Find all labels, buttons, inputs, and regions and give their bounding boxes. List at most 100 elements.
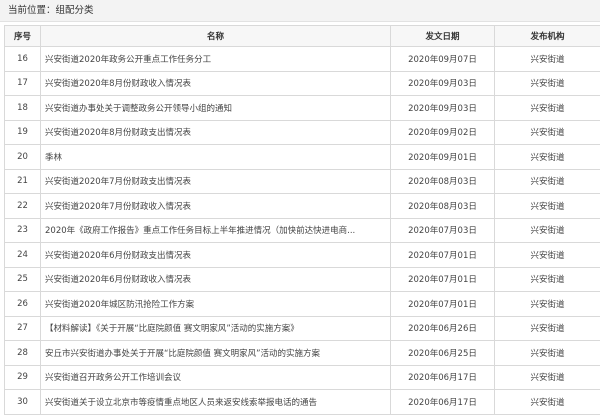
document-table: 序号 名称 发文日期 发布机构 16兴安街道2020年政务公开重点工作任务分工2…	[4, 25, 600, 415]
row-date-cell: 2020年06月25日	[391, 341, 495, 366]
row-title-link[interactable]: 兴安街道召开政务公开工作培训会议	[45, 373, 181, 383]
row-title-link-cell: 兴安街道2020年8月份财政收入情况表	[41, 71, 391, 96]
row-title-link[interactable]: 兴安街道办事处关于调整政务公开领导小组的通知	[45, 104, 232, 114]
row-date-cell: 2020年07月01日	[391, 292, 495, 317]
table-row: 30兴安街道关于设立北京市等疫情重点地区人员来返安线索举报电话的通告2020年0…	[5, 390, 600, 415]
row-date-cell: 2020年07月01日	[391, 267, 495, 292]
row-title-link-cell: 季林	[41, 145, 391, 170]
row-number-cell: 28	[5, 341, 41, 366]
table-row: 28 安丘市兴安街道办事处关于开展“比庭院颜值 赛文明家风”活动的实施方案 2020…	[5, 341, 600, 366]
row-date: 2020年08月03日	[408, 177, 477, 187]
table-row: 22 兴安街道2020年7月份财政收入情况表 2020年08月03日 兴安街道	[5, 194, 600, 219]
row-number-cell: 26	[5, 292, 41, 317]
row-title-link[interactable]: 兴安街道2020年城区防汛抢险工作方案	[45, 300, 194, 310]
row-date: 2020年06月17日	[408, 398, 477, 408]
row-title-link-cell: 兴安街道2020年7月份财政收入情况表	[41, 194, 391, 219]
row-number-cell: 18	[5, 96, 41, 121]
table-row: 23 2020年《政府工作报告》重点工作任务目标上半年推进情况（加快前达快进电商.…	[5, 218, 600, 243]
row-number: 21	[17, 176, 28, 186]
row-date: 2020年06月25日	[408, 349, 477, 359]
row-date: 2020年09月03日	[408, 79, 477, 89]
row-date-cell: 2020年09月07日	[391, 47, 495, 72]
row-number-cell: 20	[5, 145, 41, 170]
table-row: 17 兴安街道2020年8月份财政收入情况表 2020年09月03日 兴安街道	[5, 71, 600, 96]
row-date-cell: 2020年09月02日	[391, 120, 495, 145]
row-date-cell: 2020年07月03日	[391, 218, 495, 243]
row-date: 2020年09月02日	[408, 128, 477, 138]
row-title-link[interactable]: 兴安街道2020年7月份财政支出情况表	[45, 177, 191, 187]
row-title-link[interactable]: 兴安街道关于设立北京市等疫情重点地区人员来返安线索举报电话的通告	[45, 398, 317, 408]
row-org-cell: 兴安街道	[495, 145, 600, 170]
row-org-cell: 兴安街道	[495, 341, 600, 366]
row-title-link[interactable]: 兴安街道2020年政务公开重点工作任务分工	[45, 55, 211, 65]
row-org-cell: 兴安街道	[495, 194, 600, 219]
row-org: 兴安街道	[530, 349, 564, 359]
row-title-link[interactable]: 2020年《政府工作报告》重点工作任务目标上半年推进情况（加快前达快进电商...	[45, 226, 355, 236]
row-number: 25	[17, 274, 28, 284]
row-number-cell: 29	[5, 365, 41, 390]
row-title-link-cell: 兴安街道召开政务公开工作培训会议	[41, 365, 391, 390]
row-title-link-cell: 【材料解读】《关于开展“比庭院颜值 赛文明家风”活动的实施方案》	[41, 316, 391, 341]
row-date: 2020年08月03日	[408, 202, 477, 212]
row-org: 兴安街道	[530, 226, 564, 236]
row-title-link[interactable]: 兴安街道2020年8月份财政收入情况表	[45, 79, 191, 89]
row-date: 2020年09月03日	[408, 104, 477, 114]
row-title-link[interactable]: 兴安街道2020年6月份财政收入情况表	[45, 275, 191, 285]
row-number-cell: 24	[5, 243, 41, 268]
row-number: 28	[17, 348, 28, 358]
row-title-link-cell: 兴安街道2020年7月份财政支出情况表	[41, 169, 391, 194]
row-date: 2020年09月07日	[408, 55, 477, 65]
row-number-cell: 19	[5, 120, 41, 145]
row-date-cell: 2020年09月03日	[391, 96, 495, 121]
row-title-link-cell: 兴安街道2020年6月份财政支出情况表	[41, 243, 391, 268]
row-title-link[interactable]: 【材料解读】《关于开展“比庭院颜值 赛文明家风”活动的实施方案》	[45, 324, 299, 334]
table-row: 21 兴安街道2020年7月份财政支出情况表 2020年08月03日 兴安街道	[5, 169, 600, 194]
table-row: 25 兴安街道2020年6月份财政收入情况表 2020年07月01日兴安街道	[5, 267, 600, 292]
table-row: 26 兴安街道2020年城区防汛抢险工作方案 2020年07月01日兴安街道	[5, 292, 600, 317]
row-org-cell: 兴安街道	[495, 96, 600, 121]
column-header-org: 发布机构	[495, 26, 600, 47]
row-org: 兴安街道	[530, 104, 564, 114]
row-org: 兴安街道	[530, 373, 564, 383]
row-title-link[interactable]: 兴安街道2020年8月份财政支出情况表	[45, 128, 191, 138]
row-org: 兴安街道	[530, 177, 564, 187]
row-number-cell: 21	[5, 169, 41, 194]
row-number: 27	[17, 323, 28, 333]
table-row: 19兴安街道2020年8月份财政支出情况表2020年09月02日兴安街道	[5, 120, 600, 145]
row-org: 兴安街道	[530, 324, 564, 334]
column-header-date: 发文日期	[391, 26, 495, 47]
row-number: 20	[17, 152, 28, 162]
column-header-number: 序号	[5, 26, 41, 47]
row-number: 17	[17, 78, 28, 88]
row-title-link-cell: 2020年《政府工作报告》重点工作任务目标上半年推进情况（加快前达快进电商...	[41, 218, 391, 243]
row-number: 23	[17, 225, 28, 235]
row-org-cell: 兴安街道	[495, 292, 600, 317]
row-title-link[interactable]: 兴安街道2020年7月份财政收入情况表	[45, 202, 191, 212]
row-org-cell: 兴安街道	[495, 390, 600, 415]
row-org: 兴安街道	[530, 79, 564, 89]
breadcrumb-text: 当前位置：组配分类	[8, 5, 94, 16]
row-title-link[interactable]: 兴安街道2020年6月份财政支出情况表	[45, 251, 191, 261]
row-number-cell: 22	[5, 194, 41, 219]
row-org: 兴安街道	[530, 251, 564, 261]
row-date: 2020年07月01日	[408, 251, 477, 261]
row-number: 26	[17, 299, 28, 309]
table-row: 16兴安街道2020年政务公开重点工作任务分工2020年09月07日兴安街道	[5, 47, 600, 72]
row-title-link-cell: 安丘市兴安街道办事处关于开展“比庭院颜值 赛文明家风”活动的实施方案	[41, 341, 391, 366]
row-org-cell: 兴安街道	[495, 47, 600, 72]
column-header-title: 名称	[41, 26, 391, 47]
row-title-link[interactable]: 季林	[45, 153, 62, 163]
row-org-cell: 兴安街道	[495, 267, 600, 292]
row-number: 24	[17, 250, 28, 260]
row-org: 兴安街道	[530, 153, 564, 163]
row-number-cell: 25	[5, 267, 41, 292]
row-date-cell: 2020年06月26日	[391, 316, 495, 341]
row-date-cell: 2020年06月17日	[391, 390, 495, 415]
row-title-link[interactable]: 安丘市兴安街道办事处关于开展“比庭院颜值 赛文明家风”活动的实施方案	[45, 349, 320, 359]
table-row: 18 兴安街道办事处关于调整政务公开领导小组的通知 2020年09月03日 兴安街道	[5, 96, 600, 121]
row-org: 兴安街道	[530, 55, 564, 65]
table-body: 16兴安街道2020年政务公开重点工作任务分工2020年09月07日兴安街道17…	[5, 47, 600, 415]
breadcrumb: 当前位置：组配分类	[0, 0, 600, 22]
row-title-link-cell: 兴安街道2020年6月份财政收入情况表	[41, 267, 391, 292]
row-org: 兴安街道	[530, 202, 564, 212]
